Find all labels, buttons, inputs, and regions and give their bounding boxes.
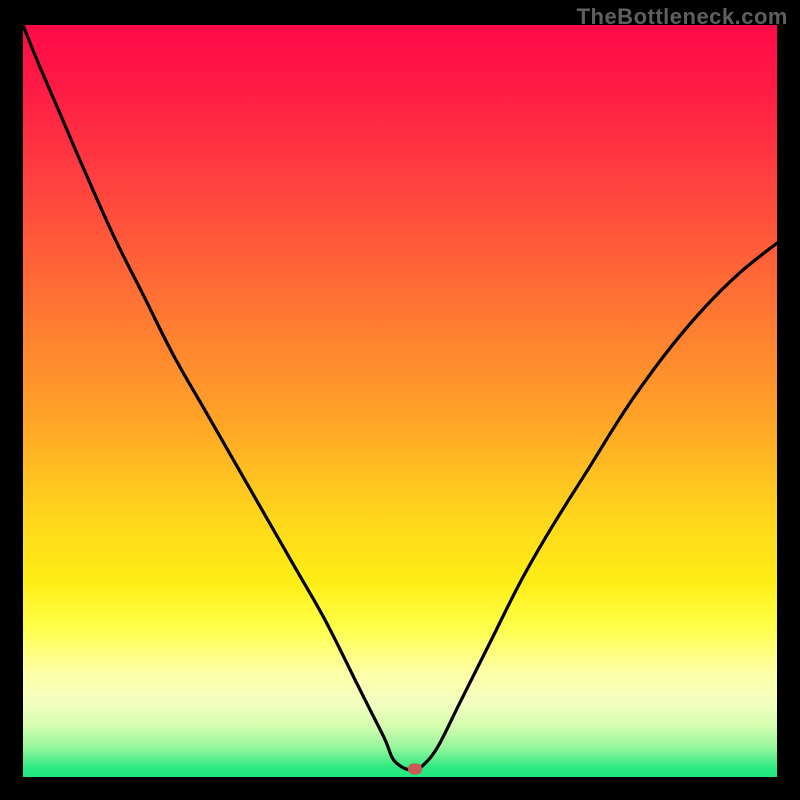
bottleneck-curve [23, 25, 777, 777]
watermark-text: TheBottleneck.com [577, 4, 788, 30]
minimum-marker [408, 764, 422, 775]
chart-container: TheBottleneck.com [0, 0, 800, 800]
